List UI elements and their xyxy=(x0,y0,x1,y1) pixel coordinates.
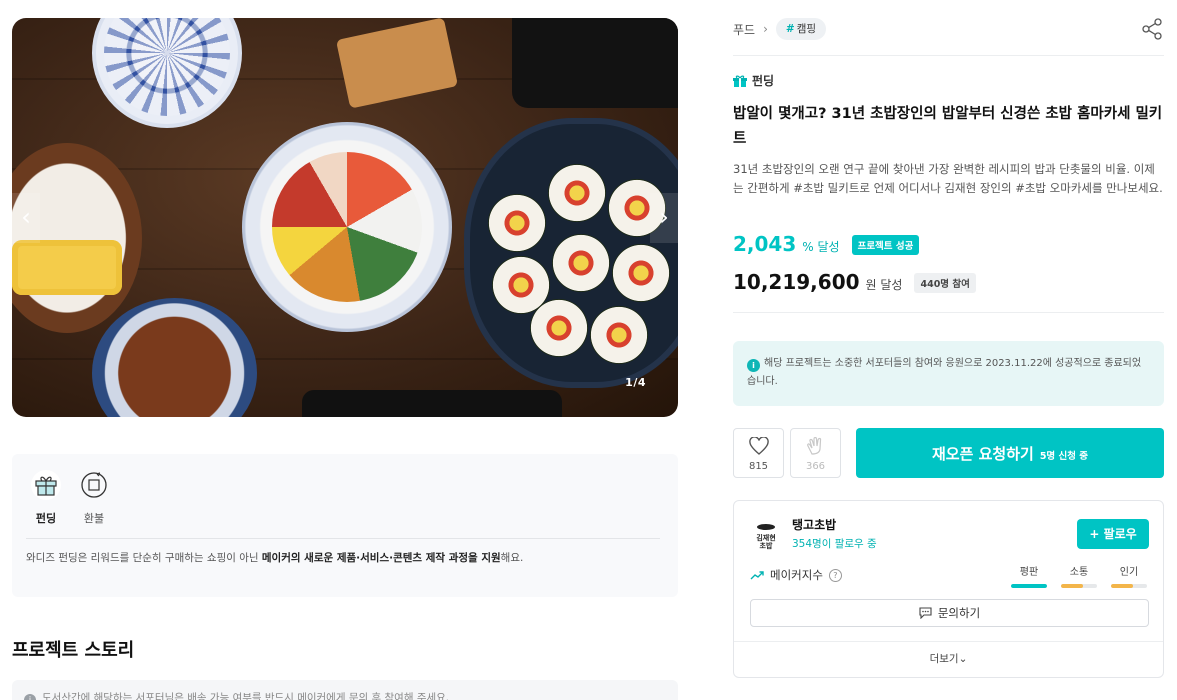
maker-followers: 354명이 팔로우 중 xyxy=(792,538,877,550)
maker-logo-mark: 김재현초밥 xyxy=(756,524,776,550)
project-type-label: 펀딩 xyxy=(752,74,775,88)
achievement-rate: 2,043 % 달성 프로젝트 성공 xyxy=(733,232,920,257)
metric-bar-fill xyxy=(1011,584,1047,588)
metric-label: 평판 xyxy=(1019,567,1039,578)
tab-refund-label: 환불 xyxy=(83,512,105,525)
share-icon[interactable] xyxy=(1141,18,1163,40)
prev-image-button[interactable]: ‹ xyxy=(12,193,40,243)
info-text-bold: 메이커의 새로운 제품·서비스·콘텐츠 제작 과정을 지원 xyxy=(261,552,501,564)
reopen-request-button[interactable]: 재오픈 요청하기 5명 신청 중 xyxy=(856,428,1164,478)
metric-bar-fill xyxy=(1111,584,1133,588)
gift-icon xyxy=(31,470,61,500)
blue-plate xyxy=(92,18,242,128)
metric-bar xyxy=(1061,584,1097,588)
image-counter: 1/4 xyxy=(625,376,646,389)
amount-unit: 원 달성 xyxy=(865,278,903,292)
hash-icon: # xyxy=(785,23,795,35)
project-description: 31년 초밥장인의 오랜 연구 끝에 찾아낸 가장 완벽한 레시피의 밥과 단촛… xyxy=(733,162,1163,195)
svg-text:김재현: 김재현 xyxy=(756,533,775,542)
metric-popularity: 인기 xyxy=(1111,563,1147,588)
refund-icon xyxy=(79,470,109,500)
breadcrumb-tag[interactable]: # 캠핑 xyxy=(775,18,827,40)
chevron-right-icon: › xyxy=(763,22,768,36)
breadcrumb-tag-label: 캠핑 xyxy=(796,23,817,35)
metric-label: 소통 xyxy=(1069,567,1089,578)
rate-value: 2,043 xyxy=(733,232,797,256)
project-type: 펀딩 xyxy=(733,72,774,89)
plus-icon: + xyxy=(1089,527,1100,541)
metric-bar xyxy=(1011,584,1047,588)
nigiri-plate xyxy=(512,18,678,108)
chirashi-bowl xyxy=(242,122,452,332)
breadcrumb-category[interactable]: 푸드 xyxy=(733,21,755,38)
amount-value: 10,219,600 xyxy=(733,270,860,294)
like-button[interactable]: 815 xyxy=(733,428,784,478)
achieved-amount: 10,219,600 원 달성 440명 참여 xyxy=(733,270,976,295)
breadcrumb: 푸드 › # 캠핑 xyxy=(733,18,827,40)
trend-up-icon xyxy=(750,571,764,580)
more-label: 더보기 xyxy=(929,653,959,665)
chat-icon xyxy=(919,607,932,619)
chevron-down-icon: ⌄ xyxy=(958,653,968,665)
metric-label: 인기 xyxy=(1119,567,1139,578)
svg-text:초밥: 초밥 xyxy=(760,541,773,550)
info-text-post: 해요. xyxy=(500,552,524,564)
tamago xyxy=(12,240,122,295)
next-image-button[interactable]: › xyxy=(650,193,678,243)
info-icon: i xyxy=(24,694,36,700)
inquiry-button[interactable]: 문의하기 xyxy=(750,599,1149,627)
tab-refund[interactable]: 환불 xyxy=(74,470,114,526)
divider xyxy=(734,641,1163,642)
metric-bar-fill xyxy=(1061,584,1083,588)
reopen-sub-label: 5명 신청 중 xyxy=(1039,450,1088,462)
inquiry-label: 문의하기 xyxy=(937,606,981,620)
maker-card: 김재현 초밥 탱고초밥 354명이 팔로우 중 + 팔로우 메이커지수 ? 평판 … xyxy=(733,500,1164,678)
project-title: 밥알이 몇개고? 31년 초밥장인의 밥알부터 신경쓴 초밥 홈마카세 밀키트 xyxy=(733,106,1163,147)
wooden-tray xyxy=(335,18,459,109)
completion-notice: i 해당 프로젝트는 소중한 서포터들의 참여와 응원으로 2023.11.22에… xyxy=(733,341,1164,406)
follow-button[interactable]: + 팔로우 xyxy=(1077,519,1149,549)
cheer-count: 366 xyxy=(805,461,826,472)
follow-label: 팔로우 xyxy=(1103,527,1137,541)
tab-funding-label: 펀딩 xyxy=(35,512,57,525)
unagi-bowl xyxy=(92,298,257,417)
project-story-title: 프로젝트 스토리 xyxy=(12,640,135,661)
cheer-button[interactable]: 366 xyxy=(790,428,841,478)
success-badge: 프로젝트 성공 xyxy=(851,235,920,255)
kimbap-plate xyxy=(464,118,678,388)
participants-badge: 440명 참여 xyxy=(914,273,976,293)
metric-reputation: 평판 xyxy=(1011,563,1047,588)
more-button[interactable]: 더보기⌄ xyxy=(734,651,1163,666)
heart-icon xyxy=(748,436,769,455)
project-hero-image: ‹ › 1/4 xyxy=(12,18,678,417)
completion-notice-text: 해당 프로젝트는 소중한 서포터들의 참여와 응원으로 2023.11.22에 … xyxy=(747,358,1142,387)
metric-bar xyxy=(1111,584,1147,588)
funding-info-text: 와디즈 펀딩은 리워드를 단순히 구매하는 쇼핑이 아닌 메이커의 새로운 제품… xyxy=(26,550,523,565)
maker-name[interactable]: 탱고초밥 xyxy=(792,516,836,533)
divider xyxy=(733,55,1164,56)
maker-logo[interactable]: 김재현 초밥 xyxy=(750,515,782,553)
metric-communication: 소통 xyxy=(1061,563,1097,588)
maker-index: 메이커지수 ? xyxy=(750,567,842,583)
funding-info-box: 펀딩 환불 와디즈 펀딩은 리워드를 단순히 구매하는 쇼핑이 아닌 메이커의 … xyxy=(12,454,678,597)
rate-unit: % 달성 xyxy=(802,240,840,254)
sashimi-plate xyxy=(302,390,562,417)
tab-funding[interactable]: 펀딩 xyxy=(26,470,66,526)
shipping-notice-text: 도서산간에 해당하는 서포터님은 배송 가능 여부를 반드시 메이커에게 문의 … xyxy=(42,692,450,700)
help-icon[interactable]: ? xyxy=(828,568,842,582)
divider xyxy=(733,312,1164,313)
clap-icon xyxy=(806,436,821,455)
info-text-pre: 와디즈 펀딩은 리워드를 단순히 구매하는 쇼핑이 아닌 xyxy=(26,552,262,564)
gift-icon xyxy=(733,75,747,87)
like-count: 815 xyxy=(748,461,769,472)
divider xyxy=(26,538,660,539)
info-icon: i xyxy=(747,359,760,372)
reopen-label: 재오픈 요청하기 xyxy=(931,444,1034,463)
shipping-notice: i 도서산간에 해당하는 서포터님은 배송 가능 여부를 반드시 메이커에게 문의… xyxy=(12,680,678,700)
maker-index-label: 메이커지수 xyxy=(770,568,823,582)
